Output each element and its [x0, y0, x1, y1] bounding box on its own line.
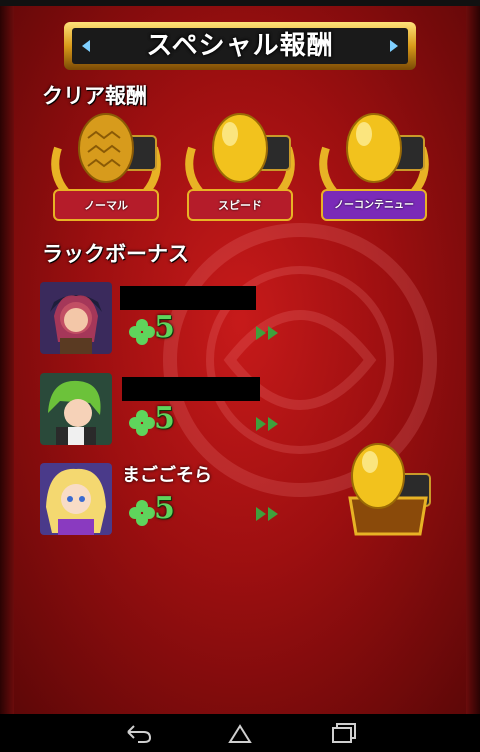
navigation-bar — [0, 714, 480, 752]
clover-icon — [129, 319, 155, 345]
luck-value: 5 — [154, 401, 175, 436]
egg-icon — [348, 443, 431, 536]
double-arrow-icon — [256, 507, 278, 521]
reward-label-speed: スピード — [218, 199, 262, 212]
luck-row-2: 5 — [40, 373, 280, 448]
double-arrow-icon — [256, 326, 278, 340]
luck-value: 5 — [154, 310, 175, 345]
avatar — [40, 373, 112, 445]
title-banner: スペシャル報酬 — [62, 20, 418, 72]
reward-no-continue: ノーコンテニュー — [312, 108, 436, 230]
screen: スペシャル報酬 クリア報酬 ノーマル スピード ノーコンテニュー ラックボーナス… — [0, 0, 480, 752]
clear-rewards-heading: クリア報酬 — [42, 84, 147, 108]
avatar — [40, 282, 112, 354]
luck-value: 5 — [154, 491, 175, 526]
player-name-redacted — [120, 286, 256, 310]
player-name: まごごそら — [122, 465, 212, 486]
home-icon[interactable] — [226, 722, 254, 744]
reward-label-normal: ノーマル — [84, 199, 128, 212]
luck-row-1: 5 — [40, 282, 280, 357]
clover-icon — [129, 410, 155, 436]
clover-icon — [129, 500, 155, 526]
reward-speed: スピード — [178, 108, 302, 230]
player-name-redacted — [122, 377, 260, 401]
back-icon[interactable] — [124, 722, 152, 744]
recent-apps-icon[interactable] — [330, 722, 358, 744]
luck-bonus-heading: ラックボーナス — [42, 242, 189, 266]
status-bar — [0, 0, 480, 6]
reward-normal: ノーマル — [44, 108, 168, 230]
reward-label-no-continue: ノーコンテニュー — [334, 200, 414, 211]
page-title: スペシャル報酬 — [146, 31, 334, 61]
left-frame — [0, 0, 14, 714]
avatar — [40, 463, 112, 535]
double-arrow-icon — [256, 417, 278, 431]
luck-row-3: まごごそら 5 — [40, 463, 280, 538]
right-frame — [466, 0, 480, 714]
